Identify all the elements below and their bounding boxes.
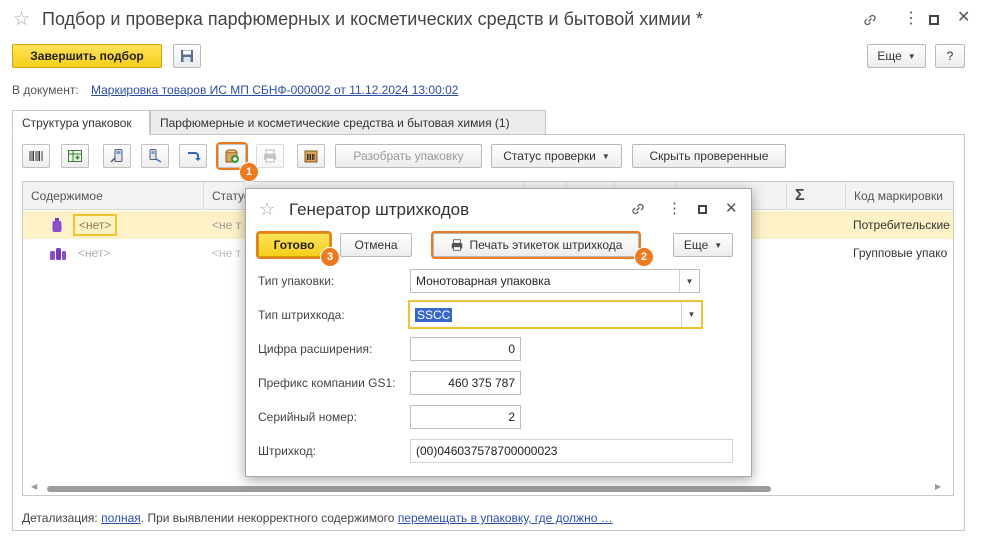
terminal-button[interactable] bbox=[103, 144, 131, 168]
document-label: В документ: bbox=[12, 83, 79, 97]
close-icon[interactable]: ✕ bbox=[725, 201, 738, 216]
barcode-generator-dialog: ☆ Генератор штрихкодов ⋮ ✕ Готово Отмена… bbox=[245, 188, 752, 477]
arrow-turn-icon bbox=[188, 152, 201, 161]
chevron-down-icon: ▼ bbox=[601, 151, 610, 161]
gs1-prefix-field[interactable]: 460 375 787 bbox=[410, 371, 521, 395]
tab-perfume-products[interactable]: Парфюмерные и косметические средства и б… bbox=[150, 110, 546, 135]
detail-text: . При выявлении некорректного содержимог… bbox=[140, 511, 395, 525]
printer-icon bbox=[264, 149, 276, 163]
package-type-select[interactable]: Монотоварная упаковка ▼ bbox=[410, 269, 700, 293]
more-menu-icon[interactable]: ⋮ bbox=[903, 11, 919, 27]
ext-digit-field[interactable]: 0 bbox=[410, 337, 521, 361]
move-button[interactable] bbox=[179, 144, 207, 168]
step-badge-2: 2 bbox=[634, 247, 654, 267]
detail-label: Детализация: bbox=[22, 511, 98, 525]
barcode-label: Штрихкод: bbox=[258, 444, 317, 458]
barcode-field[interactable]: (00)046037578700000023 bbox=[410, 439, 733, 463]
row-content-cell[interactable]: <нет> bbox=[73, 214, 118, 236]
close-icon[interactable]: ✕ bbox=[957, 10, 970, 26]
row-status-cell: <не т bbox=[212, 218, 242, 232]
move-to-package-link[interactable]: перемещать в упаковку, где должно … bbox=[398, 511, 613, 525]
cancel-button[interactable]: Отмена bbox=[340, 233, 412, 257]
column-header-sum[interactable]: Σ bbox=[787, 182, 846, 210]
maximize-icon[interactable] bbox=[929, 15, 939, 25]
favorite-star-icon[interactable]: ☆ bbox=[13, 10, 30, 29]
check-status-button[interactable]: Статус проверки ▼ bbox=[491, 144, 622, 168]
save-icon bbox=[181, 50, 193, 62]
ext-digit-label: Цифра расширения: bbox=[258, 342, 373, 356]
package-barcode-button[interactable] bbox=[297, 144, 325, 168]
done-button[interactable]: Готово bbox=[256, 231, 332, 259]
scroll-left-icon[interactable]: ◀ bbox=[31, 482, 37, 491]
favorite-star-icon[interactable]: ☆ bbox=[259, 200, 275, 218]
link-icon[interactable] bbox=[862, 12, 878, 30]
scan-barcode-button[interactable] bbox=[22, 144, 50, 168]
window-title: Подбор и проверка парфюмерных и косметич… bbox=[42, 9, 703, 29]
barcode-type-select[interactable]: SSCC ▼ bbox=[408, 300, 703, 329]
add-products-button[interactable] bbox=[61, 144, 89, 168]
finish-selection-button[interactable]: Завершить подбор bbox=[12, 44, 162, 68]
chevron-down-icon: ▼ bbox=[714, 240, 723, 250]
more-button[interactable]: Еще ▼ bbox=[867, 44, 926, 68]
scroll-right-icon[interactable]: ▶ bbox=[935, 482, 941, 491]
more-menu-icon[interactable]: ⋮ bbox=[667, 201, 682, 216]
detail-footer: Детализация: полная. При выявлении некор… bbox=[22, 511, 613, 525]
package-type-label: Тип упаковки: bbox=[258, 274, 335, 288]
row-code-cell: Групповые упако bbox=[853, 246, 948, 260]
serial-number-label: Серийный номер: bbox=[258, 410, 357, 424]
print-labels-button[interactable]: Печать этикеток штрихкода bbox=[431, 231, 641, 259]
link-icon[interactable] bbox=[630, 201, 646, 220]
column-header-marking-code[interactable]: Код маркировки bbox=[846, 182, 953, 210]
hide-checked-button[interactable]: Скрыть проверенные bbox=[632, 144, 786, 168]
chevron-down-icon: ▼ bbox=[907, 51, 916, 61]
chevron-down-icon[interactable]: ▼ bbox=[679, 270, 699, 292]
detail-full-link[interactable]: полная bbox=[101, 511, 141, 525]
package-add-icon bbox=[225, 149, 239, 163]
dialog-more-button[interactable]: Еще ▼ bbox=[673, 233, 733, 257]
serial-number-field[interactable]: 2 bbox=[410, 405, 521, 429]
step-badge-3: 3 bbox=[320, 247, 340, 267]
save-button[interactable] bbox=[173, 44, 201, 68]
horizontal-scrollbar[interactable]: ◀ ▶ bbox=[31, 482, 947, 493]
barcode-icon bbox=[29, 151, 43, 161]
bottles-group-icon bbox=[49, 239, 67, 267]
box-barcode-icon bbox=[304, 150, 318, 163]
help-button[interactable]: ? bbox=[935, 44, 965, 68]
column-header-content[interactable]: Содержимое bbox=[23, 182, 204, 210]
row-content-cell[interactable]: <нет> bbox=[78, 239, 110, 267]
printer-icon bbox=[451, 239, 462, 251]
bottle-icon bbox=[51, 211, 63, 239]
print-button[interactable] bbox=[256, 144, 284, 168]
tsd-button[interactable] bbox=[141, 144, 169, 168]
row-status-cell: <не т bbox=[212, 246, 242, 260]
data-terminal-icon bbox=[110, 149, 123, 163]
tab-package-structure[interactable]: Структура упаковок bbox=[12, 110, 150, 135]
barcode-type-label: Тип штрихкода: bbox=[258, 308, 345, 322]
row-code-cell: Потребительские bbox=[853, 218, 950, 232]
scanner-icon bbox=[149, 149, 162, 163]
step-badge-1: 1 bbox=[239, 162, 259, 182]
unpack-button[interactable]: Разобрать упаковку bbox=[335, 144, 482, 168]
chevron-down-icon[interactable]: ▼ bbox=[681, 302, 701, 327]
table-add-icon bbox=[68, 150, 82, 162]
scrollbar-thumb[interactable] bbox=[47, 486, 771, 492]
dialog-title: Генератор штрихкодов bbox=[289, 200, 470, 219]
document-link[interactable]: Маркировка товаров ИС МП СБНФ-000002 от … bbox=[91, 83, 458, 97]
maximize-icon[interactable] bbox=[698, 205, 707, 214]
gs1-prefix-label: Префикс компании GS1: bbox=[258, 376, 396, 390]
